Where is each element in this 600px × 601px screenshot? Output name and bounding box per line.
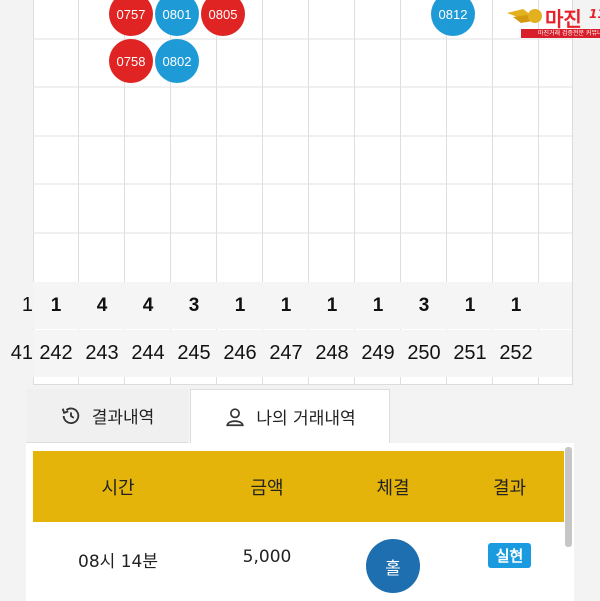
count-row: 1 14431111311 bbox=[22, 282, 572, 329]
table-scrollbar[interactable] bbox=[565, 447, 572, 547]
count-cell: 4 bbox=[142, 295, 154, 316]
round-cell: 247 bbox=[269, 342, 303, 364]
road-grid: 0757 0801 0805 0812 0758 0802 1 14431111311 4… bbox=[11, 0, 600, 385]
header-result: 결과 bbox=[492, 477, 527, 499]
count-cell: 1 bbox=[50, 295, 62, 316]
round-row: 41 242 243 244 245 246 247 248 249 250 251 252 bbox=[11, 330, 572, 377]
round-cell: 251 bbox=[453, 342, 487, 364]
count-cell: 1 bbox=[234, 295, 246, 316]
round-cell: 244 bbox=[131, 342, 165, 364]
row-result-cell: 실현 bbox=[455, 523, 564, 601]
round-cell: 243 bbox=[85, 342, 119, 364]
result-ball: 0802 bbox=[155, 39, 199, 83]
row-fill-cell: 홀 bbox=[331, 523, 455, 601]
count-cell: 1 bbox=[464, 295, 476, 316]
round-cell: 248 bbox=[315, 342, 349, 364]
tab-results[interactable]: 결과내역 bbox=[26, 389, 188, 443]
trade-history-table: 시간 금액 체결 결과 08시 14분 5,000 홀 실현 bbox=[26, 443, 574, 601]
history-clock-icon bbox=[61, 407, 79, 424]
round-cell: 245 bbox=[177, 342, 211, 364]
round-cell: 242 bbox=[39, 342, 73, 364]
table-header: 시간 금액 체결 결과 bbox=[33, 451, 564, 522]
tab-results-label: 결과내역 bbox=[91, 408, 155, 428]
result-badge: 실현 bbox=[487, 543, 532, 568]
count-cell: 1 bbox=[372, 295, 384, 316]
round-cell: 246 bbox=[223, 342, 257, 364]
round-cell: 249 bbox=[361, 342, 395, 364]
table-row: 08시 14분 5,000 홀 실현 bbox=[33, 523, 564, 601]
header-amount: 금액 bbox=[250, 477, 284, 499]
logo-subtitle: 마진거래 검증전문 커뮤니티 bbox=[521, 29, 600, 38]
result-ball: 0758 bbox=[109, 39, 153, 83]
count-cell: 3 bbox=[188, 295, 200, 316]
watermark-logo: 마진 119 마진거래 검증전문 커뮤니티 bbox=[505, 3, 600, 39]
header-time: 시간 bbox=[101, 477, 135, 499]
count-cell: 1 bbox=[510, 295, 522, 316]
history-tabs: 결과내역 나의 거래내역 bbox=[26, 389, 574, 443]
count-cell: 1 bbox=[280, 295, 292, 316]
count-cell: 4 bbox=[96, 295, 108, 316]
tab-my-trades-label: 나의 거래내역 bbox=[256, 409, 356, 429]
logo-badge: 119 bbox=[589, 7, 600, 21]
logo-text: 마진 bbox=[545, 9, 582, 31]
logo-wings-icon bbox=[507, 9, 542, 23]
tab-my-trades[interactable]: 나의 거래내역 bbox=[190, 389, 390, 443]
round-cell: 250 bbox=[407, 342, 441, 364]
count-cell: 1 bbox=[326, 295, 338, 316]
row-time: 08시 14분 bbox=[78, 552, 158, 572]
user-icon bbox=[226, 407, 245, 426]
round-cell: 252 bbox=[499, 342, 533, 364]
count-cell: 3 bbox=[418, 295, 430, 316]
row-amount: 5,000 bbox=[242, 547, 292, 567]
header-fill: 체결 bbox=[376, 477, 410, 499]
count-cell-first: 1 bbox=[21, 294, 33, 316]
round-cell-first: 41 bbox=[10, 342, 33, 364]
fill-ball-odd: 홀 bbox=[366, 539, 420, 593]
